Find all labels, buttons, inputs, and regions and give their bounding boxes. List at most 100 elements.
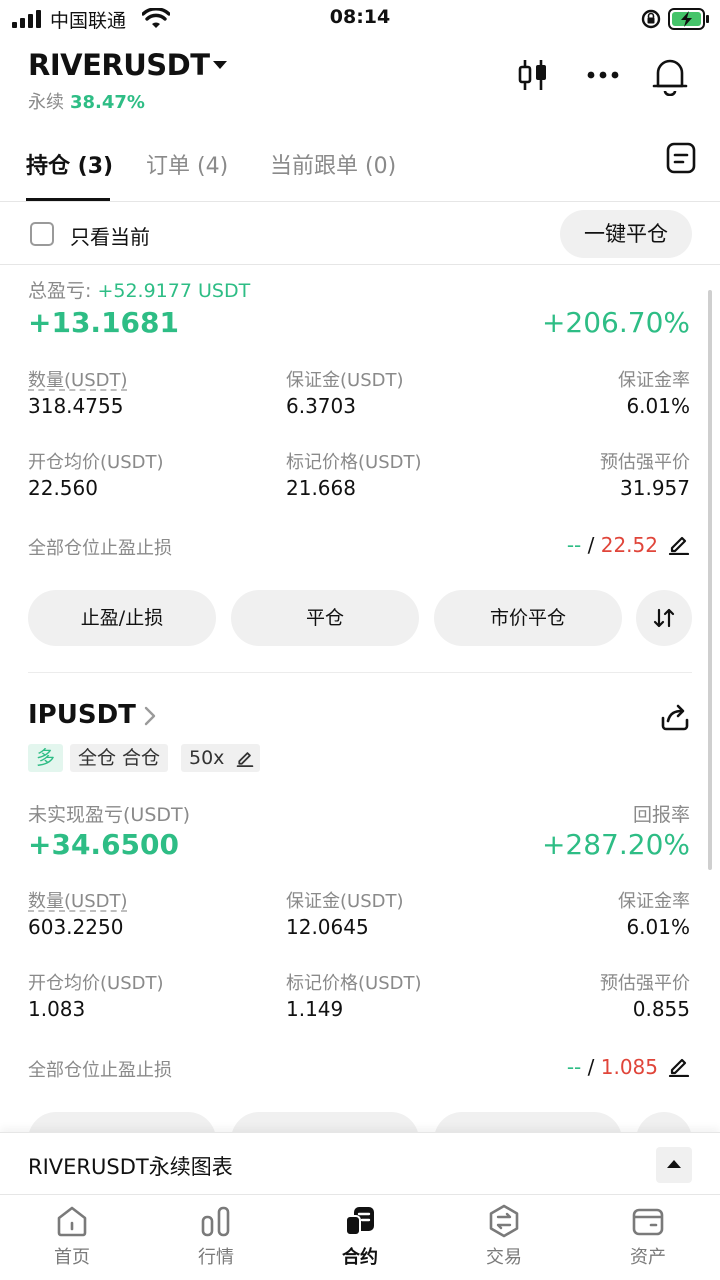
roi: +287.20%: [541, 828, 690, 861]
edit-icon[interactable]: [668, 1055, 690, 1077]
position-divider: [28, 672, 692, 673]
qty-label[interactable]: 数量(USDT): [28, 366, 128, 392]
qty-label[interactable]: 数量(USDT): [28, 887, 128, 913]
entry-price-value: 1.083: [28, 997, 86, 1021]
edit-icon[interactable]: [668, 533, 690, 555]
reverse-position-button[interactable]: [636, 590, 692, 646]
tpsl-separator: /: [587, 533, 595, 557]
positions-list[interactable]: 总盈亏: +52.9177 USDT +13.1681 +206.70% 数量(…: [0, 266, 720, 1132]
margin-label: 保证金(USDT): [286, 891, 404, 912]
candlestick-chart-icon[interactable]: [518, 58, 548, 92]
side-tag: 多: [28, 744, 64, 772]
battery-charging-icon: [668, 8, 709, 30]
swap-arrows-icon: [653, 608, 675, 628]
total-pnl-row: 总盈亏: +52.9177 USDT: [28, 276, 250, 303]
margin-label: 保证金(USDT): [286, 370, 404, 391]
mark-price-value: 21.668: [286, 476, 356, 500]
margin-mode-tag: 全仓 合仓: [70, 744, 169, 772]
price-change: 38.47%: [70, 92, 145, 113]
chevron-right-icon[interactable]: [144, 706, 156, 726]
tab-positions[interactable]: 持仓 (3): [26, 148, 113, 180]
margin-ratio-label: 保证金率: [618, 370, 690, 391]
margin-ratio-value: 6.01%: [626, 394, 690, 418]
liq-price-value: 0.855: [632, 997, 690, 1021]
scrollbar[interactable]: [708, 290, 712, 870]
futures-icon: [345, 1207, 374, 1236]
entry-price-value: 22.560: [28, 476, 98, 500]
chart-drawer-toggle[interactable]: [656, 1147, 692, 1183]
liq-price-label: 预估强平价: [600, 973, 690, 994]
tpsl-separator: /: [587, 1055, 595, 1079]
qty-value: 318.4755: [28, 394, 124, 418]
nav-futures-label: 合约: [342, 1247, 378, 1268]
entry-price-label: 开仓均价(USDT): [28, 973, 164, 994]
market-icon: [201, 1206, 230, 1237]
symbol-subtitle: 永续 38.47%: [28, 88, 145, 114]
contract-type-label: 永续: [28, 92, 64, 113]
mark-price-label: 标记价格(USDT): [286, 973, 422, 994]
close-position-button-partial[interactable]: [231, 1112, 419, 1132]
nav-home[interactable]: 首页: [0, 1195, 144, 1280]
more-icon[interactable]: [586, 70, 620, 80]
liq-price-value: 31.957: [620, 476, 690, 500]
tp-value: --: [566, 533, 582, 557]
margin-value: 12.0645: [286, 915, 369, 939]
roi: +206.70%: [541, 306, 690, 339]
position-symbol[interactable]: IPUSDT: [28, 700, 136, 730]
only-current-checkbox[interactable]: [30, 222, 54, 246]
unrealized-pnl: +34.6500: [28, 828, 179, 861]
home-icon: [57, 1206, 87, 1237]
nav-futures[interactable]: 合约: [288, 1195, 432, 1280]
caret-down-icon[interactable]: [212, 60, 228, 70]
qty-value: 603.2250: [28, 915, 124, 939]
sl-value: 1.085: [600, 1055, 658, 1079]
tab-copy-trading[interactable]: 当前跟单 (0): [270, 148, 396, 180]
market-close-button-partial[interactable]: [434, 1112, 622, 1132]
bell-icon[interactable]: [652, 56, 688, 96]
nav-market[interactable]: 行情: [144, 1195, 288, 1280]
close-position-button[interactable]: 平仓: [231, 590, 419, 646]
unrealized-pnl: +13.1681: [28, 306, 179, 339]
nav-home-label: 首页: [54, 1247, 90, 1268]
tpsl-button-partial[interactable]: [28, 1112, 216, 1132]
rotation-lock-icon: [641, 9, 661, 29]
position-tabs: 持仓 (3) 订单 (4) 当前跟单 (0): [0, 140, 720, 202]
nav-trade-label: 交易: [486, 1247, 522, 1268]
market-close-button[interactable]: 市价平仓: [434, 590, 622, 646]
tp-value: --: [566, 1055, 582, 1079]
tpsl-label: 全部仓位止盈止损: [28, 538, 172, 559]
wallet-icon: [632, 1208, 664, 1236]
order-history-icon[interactable]: [666, 142, 696, 174]
mark-price-label: 标记价格(USDT): [286, 452, 422, 473]
reverse-position-button-partial[interactable]: [636, 1112, 692, 1132]
tpsl-values: -- / 1.085: [567, 1055, 658, 1079]
total-pnl-label: 总盈亏:: [28, 280, 92, 302]
margin-value: 6.3703: [286, 394, 356, 418]
total-pnl-value: +52.9177 USDT: [97, 280, 251, 302]
sl-value: 22.52: [600, 533, 658, 557]
bottom-nav: 首页 行情 合约 交易 资产: [0, 1194, 720, 1280]
filter-row: 只看当前 一键平仓: [0, 203, 720, 265]
mark-price-value: 1.149: [286, 997, 344, 1021]
close-all-button[interactable]: 一键平仓: [560, 210, 692, 258]
nav-market-label: 行情: [198, 1247, 234, 1268]
entry-price-label: 开仓均价(USDT): [28, 452, 164, 473]
unrealized-pnl-label: 未实现盈亏(USDT): [28, 804, 191, 826]
tpsl-values: -- / 22.52: [567, 533, 658, 557]
tpsl-button[interactable]: 止盈/止损: [28, 590, 216, 646]
edit-leverage-icon[interactable]: [236, 749, 254, 767]
status-bar: 中国联通 08:14: [0, 0, 720, 36]
tpsl-label: 全部仓位止盈止损: [28, 1060, 172, 1081]
nav-trade[interactable]: 交易: [432, 1195, 576, 1280]
nav-assets[interactable]: 资产: [576, 1195, 720, 1280]
active-tab-indicator: [26, 198, 110, 201]
chart-drawer-bar[interactable]: RIVERUSDT永续图表: [0, 1132, 720, 1194]
share-icon[interactable]: [660, 702, 690, 732]
only-current-label[interactable]: 只看当前: [70, 221, 150, 250]
chart-drawer-label[interactable]: RIVERUSDT永续图表: [28, 1151, 233, 1181]
caret-up-icon: [667, 1160, 681, 1168]
symbol-title[interactable]: RIVERUSDT: [28, 48, 210, 82]
liq-price-label: 预估强平价: [600, 452, 690, 473]
clock: 08:14: [329, 6, 391, 28]
tab-orders[interactable]: 订单 (4): [146, 148, 228, 180]
